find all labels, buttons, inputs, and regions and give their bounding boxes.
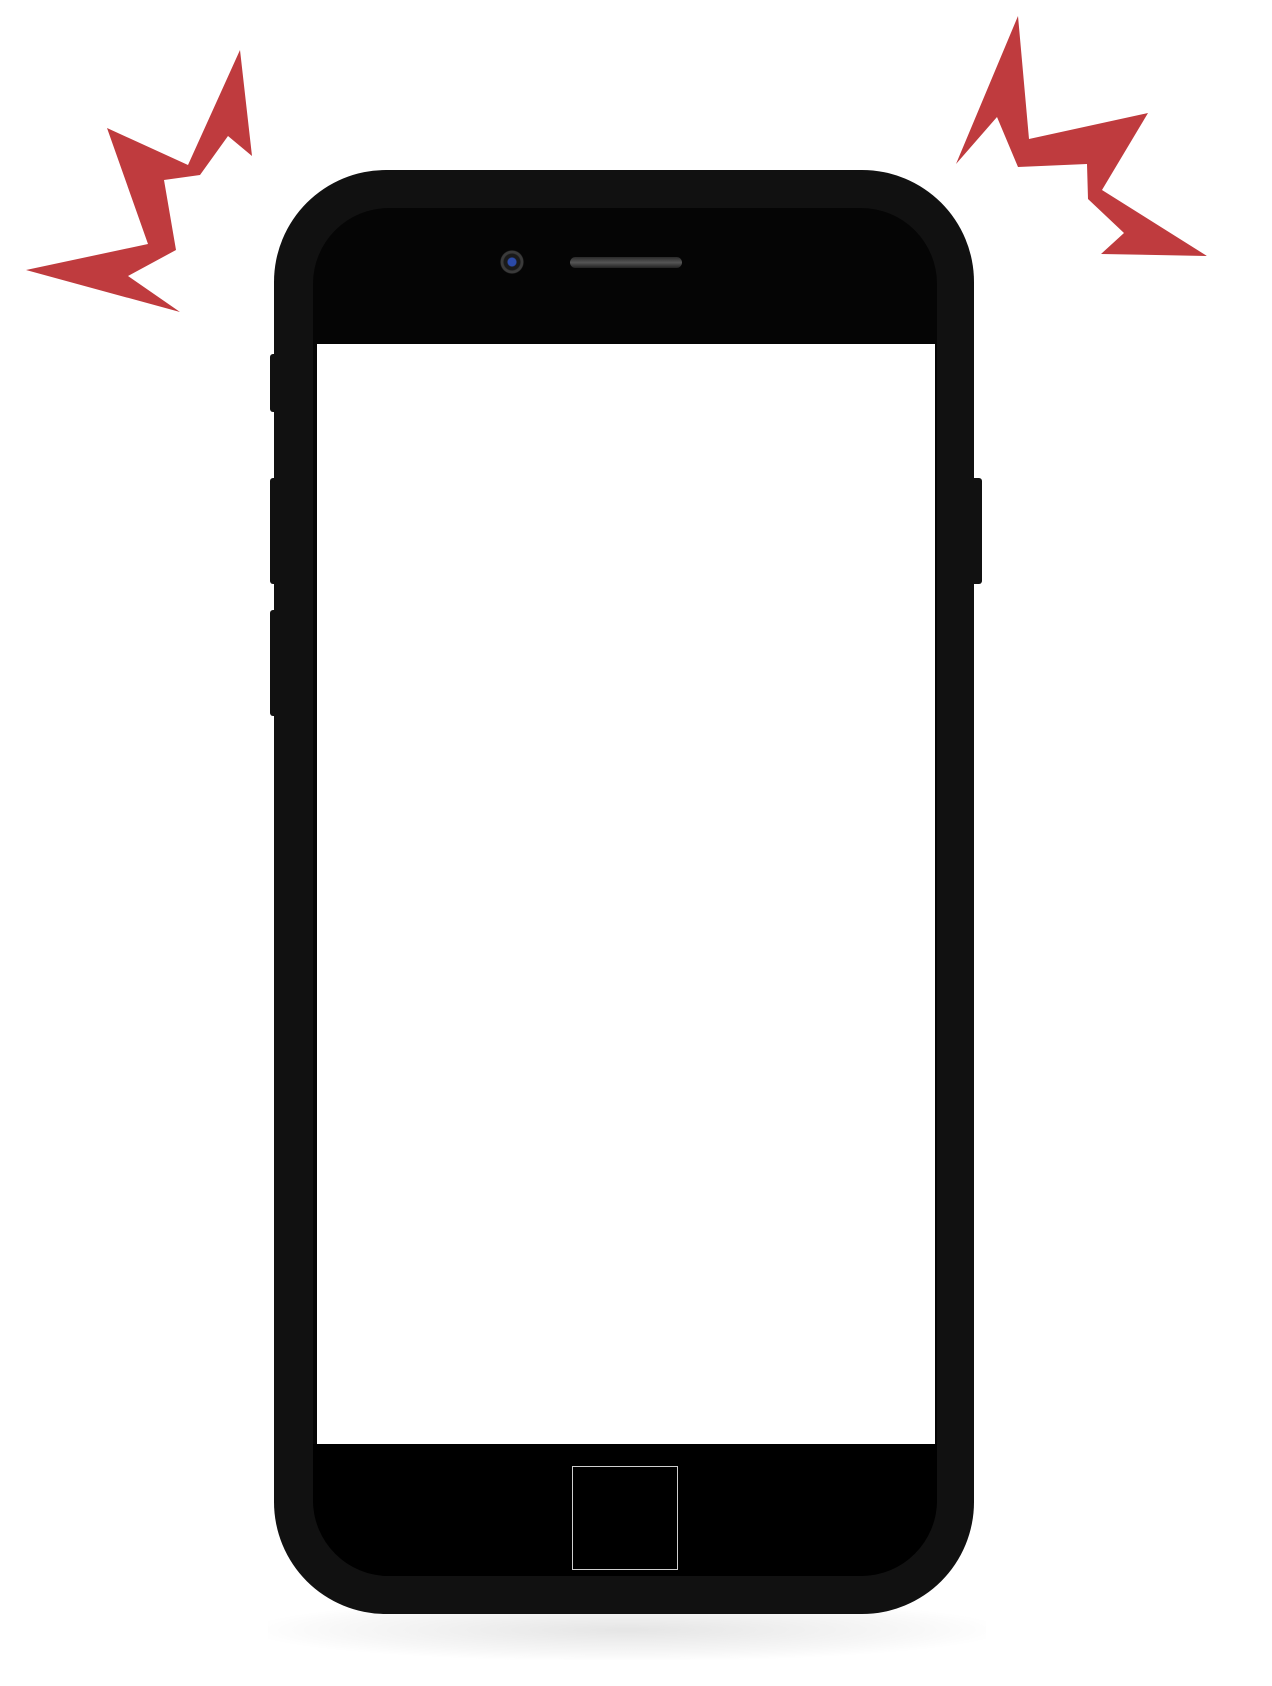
phone-screen[interactable] [317, 344, 935, 1444]
earpiece-speaker-icon [570, 257, 682, 268]
alert-burst-left-shape [26, 50, 252, 312]
camera-icon [500, 250, 524, 274]
home-button[interactable] [572, 1466, 678, 1570]
alert-burst-right-shape [956, 16, 1207, 256]
